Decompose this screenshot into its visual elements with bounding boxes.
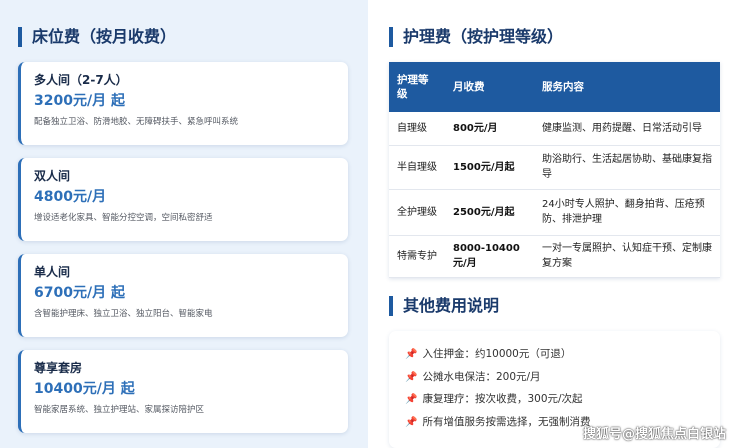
room-card-single[interactable]: 单人间 6700元/月 起 含智能护理床、独立卫浴、独立阳台、智能家电 xyxy=(18,254,348,337)
service-cell: 一对一专属照护、认知症干预、定制康复方案 xyxy=(534,235,720,278)
pin-icon: 📌 xyxy=(405,416,418,428)
care-fee-title: 护理费（按护理等级） xyxy=(389,27,563,47)
table-row: 全护理级 2500元/月起 24小时专人照护、翻身拍背、压疮预防、排泄护理 xyxy=(389,189,720,236)
header-monthly-fee: 月收费 xyxy=(445,62,534,112)
service-cell: 健康监测、用药提醒、日常活动引导 xyxy=(534,112,720,146)
room-card-suite[interactable]: 尊享套房 10400元/月 起 智能家居系统、独立护理站、家属探访陪护区 xyxy=(18,350,348,433)
room-description: 智能家居系统、独立护理站、家属探访陪护区 xyxy=(34,405,205,415)
service-cell: 24小时专人照护、翻身拍背、压疮预防、排泄护理 xyxy=(534,189,720,236)
room-price: 6700元/月 起 xyxy=(34,285,125,301)
room-name: 尊享套房 xyxy=(34,361,83,375)
list-item: 📌 入住押金：约10000元（可退） xyxy=(405,347,720,362)
table-row: 自理级 800元/月 健康监测、用药提醒、日常活动引导 xyxy=(389,112,720,146)
room-price: 3200元/月 起 xyxy=(34,93,125,109)
room-description: 配备独立卫浴、防滑地胶、无障碍扶手、紧急呼叫系统 xyxy=(34,117,239,127)
table-row: 半自理级 1500元/月起 助浴助行、生活起居协助、基础康复指导 xyxy=(389,145,720,190)
table-row: 特需专护 8000-10400元/月 一对一专属照护、认知症干预、定制康复方案 xyxy=(389,235,720,278)
care-level-cell: 全护理级 xyxy=(389,189,445,236)
pin-icon: 📌 xyxy=(405,394,418,405)
fee-cell: 1500元/月起 xyxy=(445,145,534,190)
room-card-double[interactable]: 双人间 4800元/月 增设适老化家具、智能分控空调，空间私密舒适 xyxy=(18,158,348,241)
header-care-level: 护理等级 xyxy=(389,62,445,112)
other-fee-title: 其他费用说明 xyxy=(389,296,499,316)
service-cell: 助浴助行、生活起居协助、基础康复指导 xyxy=(534,145,720,190)
pin-icon: 📌 xyxy=(405,371,418,383)
room-price: 10400元/月 起 xyxy=(34,381,135,397)
other-item-text: 公摊水电保洁：200元/月 xyxy=(422,370,541,383)
fee-cell: 8000-10400元/月 xyxy=(445,235,534,278)
room-name: 多人间（2-7人） xyxy=(34,73,128,87)
fee-cell: 800元/月 xyxy=(445,112,534,146)
room-description: 增设适老化家具、智能分控空调，空间私密舒适 xyxy=(34,213,213,223)
list-item: 📌 康复理疗：按次收费，300元/次起 xyxy=(405,392,720,407)
care-level-cell: 特需专护 xyxy=(389,235,445,278)
pin-icon: 📌 xyxy=(405,349,418,360)
room-price: 4800元/月 xyxy=(34,189,107,205)
other-item-text: 入住押金：约10000元（可退） xyxy=(422,348,572,360)
fee-cell: 2500元/月起 xyxy=(445,189,534,236)
other-item-text: 所有增值服务按需选择，无强制消费 xyxy=(422,415,591,428)
header-service-content: 服务内容 xyxy=(534,62,720,112)
list-item: 📌 公摊水电保洁：200元/月 xyxy=(405,370,720,385)
table-header-row: 护理等级 月收费 服务内容 xyxy=(389,62,720,112)
room-description: 含智能护理床、独立卫浴、独立阳台、智能家电 xyxy=(34,309,213,319)
room-name: 单人间 xyxy=(34,265,71,279)
room-card-multi[interactable]: 多人间（2-7人） 3200元/月 起 配备独立卫浴、防滑地胶、无障碍扶手、紧急… xyxy=(18,62,348,145)
room-name: 双人间 xyxy=(34,169,71,183)
bed-fee-title: 床位费（按月收费） xyxy=(18,27,176,47)
care-level-cell: 半自理级 xyxy=(389,145,445,190)
other-item-text: 康复理疗：按次收费，300元/次起 xyxy=(422,393,583,405)
care-fee-table: 护理等级 月收费 服务内容 自理级 800元/月 健康监测、用药提醒、日常活动引… xyxy=(389,62,720,278)
watermark: 搜狐号@搜狐焦点白银站 xyxy=(582,427,726,442)
care-level-cell: 自理级 xyxy=(389,112,445,146)
